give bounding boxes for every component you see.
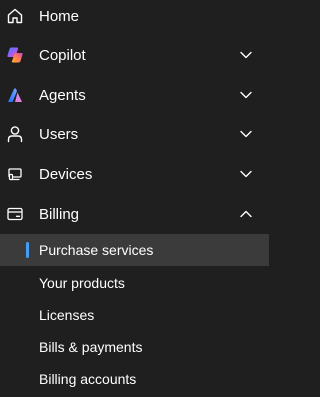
subnav-item-billing-accounts[interactable]: Billing accounts <box>0 363 269 395</box>
nav-item-label: Copilot <box>39 46 86 64</box>
copilot-icon <box>6 46 24 64</box>
subnav-item-label: Billing accounts <box>39 371 137 387</box>
nav-item-copilot[interactable]: Copilot <box>0 35 269 75</box>
subnav-item-your-products[interactable]: Your products <box>0 267 269 299</box>
subnav-item-label: Your products <box>39 275 125 291</box>
nav-item-label: Users <box>39 125 79 143</box>
subnav-item-purchase-services[interactable]: Purchase services <box>0 234 269 266</box>
nav-item-agents[interactable]: Agents <box>0 75 269 115</box>
subnav-item-label: Purchase services <box>39 242 154 258</box>
chevron-down-icon <box>238 126 254 142</box>
chevron-up-icon <box>238 206 254 222</box>
subnav-item-bills-payments[interactable]: Bills & payments <box>0 331 269 363</box>
chevron-down-icon <box>238 87 254 103</box>
nav-item-users[interactable]: Users <box>0 114 269 154</box>
admin-nav-menu: Home Copilot Agents Users Devices Billin… <box>0 0 269 397</box>
subnav-item-label: Bills & payments <box>39 339 143 355</box>
nav-item-home[interactable]: Home <box>0 0 269 36</box>
nav-item-label: Home <box>39 7 80 25</box>
nav-item-devices[interactable]: Devices <box>0 154 269 194</box>
nav-item-billing[interactable]: Billing <box>0 194 269 234</box>
nav-item-label: Agents <box>39 86 86 104</box>
devices-icon <box>6 165 24 183</box>
chevron-down-icon <box>238 166 254 182</box>
chevron-down-icon <box>238 47 254 63</box>
billing-card-icon <box>6 205 24 223</box>
agents-icon <box>6 86 24 104</box>
subnav-item-licenses[interactable]: Licenses <box>0 299 269 331</box>
subnav-item-label: Licenses <box>39 307 95 323</box>
user-icon <box>6 125 24 143</box>
selected-indicator <box>26 242 29 258</box>
home-icon <box>6 7 24 25</box>
nav-item-label: Devices <box>39 165 93 183</box>
nav-item-label: Billing <box>39 205 80 223</box>
